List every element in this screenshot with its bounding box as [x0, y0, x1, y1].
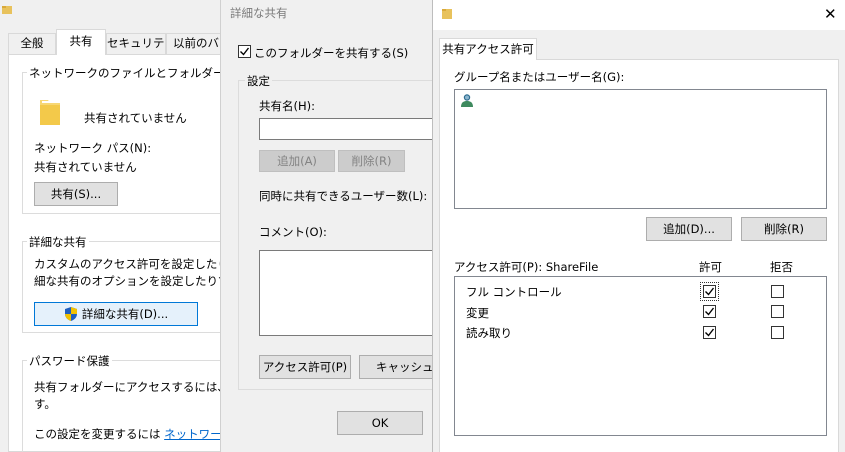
allow-header: 許可: [699, 260, 722, 274]
advanced-dialog-title: 詳細な共有: [230, 6, 288, 20]
add-share-button[interactable]: 追加(A): [259, 150, 335, 172]
share-folder-checkbox[interactable]: [238, 45, 251, 58]
tab-security[interactable]: セキュリティ: [106, 33, 166, 54]
cache-button[interactable]: キャッシュ(C: [359, 355, 433, 379]
password-change-text: この設定を変更するには: [34, 427, 165, 441]
password-change-line: この設定を変更するには ネットワークと共: [34, 426, 220, 442]
share-name-label: 共有名(H):: [259, 99, 315, 113]
allow-change-checkbox[interactable]: [703, 305, 716, 318]
close-icon[interactable]: ✕: [824, 5, 837, 23]
advanced-sharing-button-label: 詳細な共有(D)...: [81, 307, 169, 321]
dialog-folder-icon: [442, 8, 452, 20]
add-user-button[interactable]: 追加(D)...: [646, 217, 732, 241]
group-user-listbox[interactable]: [454, 89, 827, 209]
permission-name-read: 読み取り: [466, 326, 512, 340]
permission-name-full-control: フル コントロール: [466, 285, 562, 299]
remove-share-button[interactable]: 削除(R): [338, 150, 405, 172]
advanced-sharing-title: 詳細な共有: [27, 234, 89, 250]
ok-button[interactable]: OK: [337, 411, 423, 435]
shared-folder-icon: [38, 97, 62, 127]
password-desc-2: す。: [34, 397, 56, 411]
permission-name-change: 変更: [466, 306, 489, 320]
share-status-text: 共有されていません: [84, 111, 187, 125]
permissions-dialog: ✕ 共有アクセス許可 グループ名またはユーザー名(G): 追加(D)... 削除…: [432, 0, 845, 452]
uac-shield-icon: [64, 307, 78, 321]
share-button[interactable]: 共有(S)...: [34, 182, 118, 206]
advanced-sharing-dialog: 詳細な共有 このフォルダーを共有する(S) 設定 共有名(H): 追加(A) 削…: [220, 0, 433, 452]
folder-icon: [2, 4, 12, 14]
deny-header: 拒否: [770, 260, 793, 274]
remove-user-button[interactable]: 削除(R): [741, 217, 827, 241]
deny-read-checkbox[interactable]: [771, 326, 784, 339]
tab-share-permissions[interactable]: 共有アクセス許可: [439, 38, 537, 60]
permissions-for-label: アクセス許可(P): ShareFile: [454, 260, 599, 274]
allow-read-checkbox[interactable]: [703, 326, 716, 339]
permissions-list: フル コントロール 変更 読み取り: [454, 276, 827, 436]
advanced-sharing-button[interactable]: 詳細な共有(D)...: [34, 302, 198, 326]
title-bar: [433, 0, 845, 30]
network-path-label: ネットワーク パス(N):: [34, 141, 152, 155]
group-or-user-label: グループ名またはユーザー名(G):: [454, 70, 625, 84]
tab-previous-versions[interactable]: 以前のバ: [166, 33, 220, 54]
comment-textarea[interactable]: [259, 250, 433, 336]
advanced-sharing-desc-1: カスタムのアクセス許可を設定したり、複: [34, 257, 220, 271]
advanced-sharing-desc-2: 細な共有のオプションを設定したりできま: [34, 274, 220, 288]
users-limit-label: 同時に共有できるユーザー数(L):: [259, 189, 428, 203]
comment-label: コメント(O):: [259, 225, 327, 239]
tab-general[interactable]: 全般: [8, 33, 56, 54]
tab-sharing[interactable]: 共有: [56, 29, 106, 55]
deny-change-checkbox[interactable]: [771, 305, 784, 318]
network-path-value: 共有されていません: [34, 160, 137, 174]
share-name-input[interactable]: [259, 118, 433, 140]
properties-window: 全般 共有 セキュリティ 以前のバ ネットワークのファイルとフォルダーの共有 共…: [0, 0, 261, 452]
settings-label: 設定: [245, 73, 272, 89]
permissions-button[interactable]: アクセス許可(P): [259, 355, 351, 379]
user-group-icon[interactable]: [460, 93, 474, 107]
password-desc-1: 共有フォルダーにアクセスするには、ユーザ: [34, 380, 220, 394]
allow-full-control-checkbox[interactable]: [703, 285, 716, 298]
deny-full-control-checkbox[interactable]: [771, 285, 784, 298]
password-protection-title: パスワード保護: [27, 353, 112, 369]
cache-button-label: キャッシュ(C: [376, 360, 433, 374]
share-folder-label: このフォルダーを共有する(S): [254, 46, 409, 60]
network-sharing-center-link[interactable]: ネットワークと共: [164, 427, 220, 441]
